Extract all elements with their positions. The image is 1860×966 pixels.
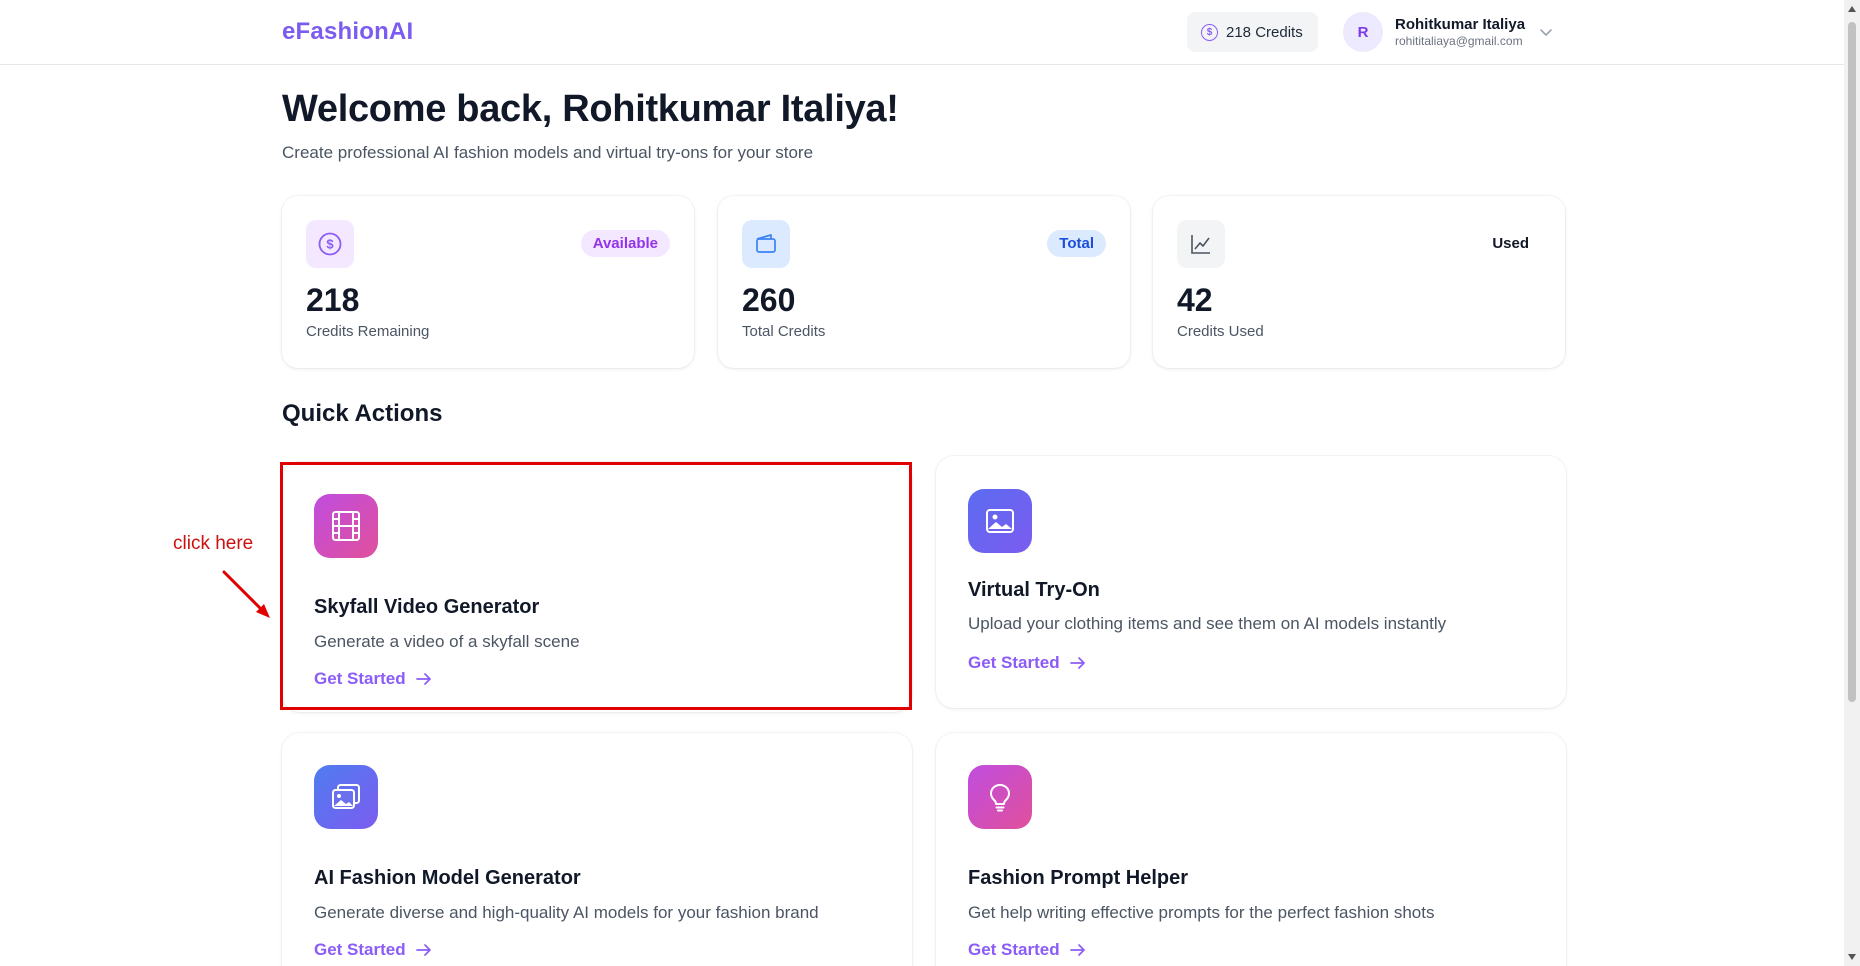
action-description: Generate diverse and high-quality AI mod… — [314, 903, 819, 922]
arrow-right-icon — [1069, 944, 1085, 956]
coin-icon: $ — [306, 220, 354, 268]
highlight-box — [280, 462, 912, 710]
stat-value: 260 — [742, 282, 796, 318]
page-subtitle: Create professional AI fashion models an… — [282, 143, 814, 162]
credits-pill-label: 218 Credits — [1226, 23, 1303, 41]
stat-value: 218 — [306, 282, 360, 318]
stat-card-credits-remaining: $ Available 218 Credits Remaining — [282, 196, 694, 368]
app-logo[interactable]: eFashionAI — [282, 18, 413, 46]
stat-label: Credits Remaining — [306, 323, 430, 340]
action-description: Upload your clothing items and see them … — [968, 614, 1447, 633]
action-description: Get help writing effective prompts for t… — [968, 903, 1435, 922]
chart-line-icon — [1177, 220, 1225, 268]
action-card-fashion-prompt-helper[interactable]: Fashion Prompt Helper Get help writing e… — [936, 733, 1566, 966]
get-started-link[interactable]: Get Started — [968, 653, 1086, 673]
section-title: Quick Actions — [282, 400, 443, 427]
stat-label: Credits Used — [1177, 323, 1264, 340]
page-title: Welcome back, Rohitkumar Italiya! — [282, 88, 899, 130]
coin-icon: $ — [1201, 23, 1218, 41]
annotation-label: click here — [173, 533, 254, 554]
stat-card-credits-used: Used 42 Credits Used — [1153, 196, 1565, 368]
credits-pill[interactable]: $ 218 Credits — [1187, 12, 1318, 52]
lightbulb-icon — [968, 765, 1032, 829]
status-badge: Available — [580, 230, 670, 257]
scroll-down-arrow-icon[interactable] — [1848, 954, 1856, 960]
user-info: Rohitkumar Italiya rohititaliaya@gmail.c… — [1395, 16, 1525, 49]
stat-label: Total Credits — [742, 323, 826, 340]
images-icon — [314, 765, 378, 829]
action-title: Virtual Try-On — [968, 579, 1100, 601]
action-card-ai-fashion-model[interactable]: AI Fashion Model Generator Generate dive… — [282, 733, 912, 966]
arrow-right-icon — [415, 944, 431, 956]
action-title: Fashion Prompt Helper — [968, 867, 1189, 889]
action-title: AI Fashion Model Generator — [314, 867, 581, 889]
get-started-link[interactable]: Get Started — [314, 940, 432, 960]
status-badge: Total — [1047, 230, 1106, 257]
get-started-label: Get Started — [314, 940, 406, 959]
svg-text:$: $ — [326, 237, 334, 252]
wallet-icon — [742, 220, 790, 268]
top-header: eFashionAI $ 218 Credits R Rohitkumar It… — [0, 0, 1844, 65]
action-card-virtual-try-on[interactable]: Virtual Try-On Upload your clothing item… — [936, 456, 1566, 708]
status-badge: Used — [1492, 235, 1529, 252]
get-started-label: Get Started — [968, 653, 1060, 672]
user-email: rohititaliaya@gmail.com — [1395, 33, 1523, 48]
get-started-link[interactable]: Get Started — [968, 940, 1086, 960]
user-name: Rohitkumar Italiya — [1395, 15, 1526, 33]
scroll-thumb[interactable] — [1848, 22, 1856, 702]
avatar: R — [1343, 12, 1383, 52]
stat-value: 42 — [1177, 282, 1213, 318]
page-scrollbar[interactable] — [1844, 0, 1860, 966]
arrow-right-icon — [1069, 657, 1085, 669]
get-started-label: Get Started — [968, 940, 1060, 959]
scroll-up-arrow-icon[interactable] — [1848, 6, 1856, 12]
stat-card-total-credits: Total 260 Total Credits — [718, 196, 1130, 368]
chevron-down-icon[interactable] — [1539, 25, 1553, 39]
image-icon — [968, 489, 1032, 553]
user-menu[interactable]: R Rohitkumar Italiya rohititaliaya@gmail… — [1343, 12, 1553, 52]
annotation-arrow-icon — [222, 570, 270, 618]
